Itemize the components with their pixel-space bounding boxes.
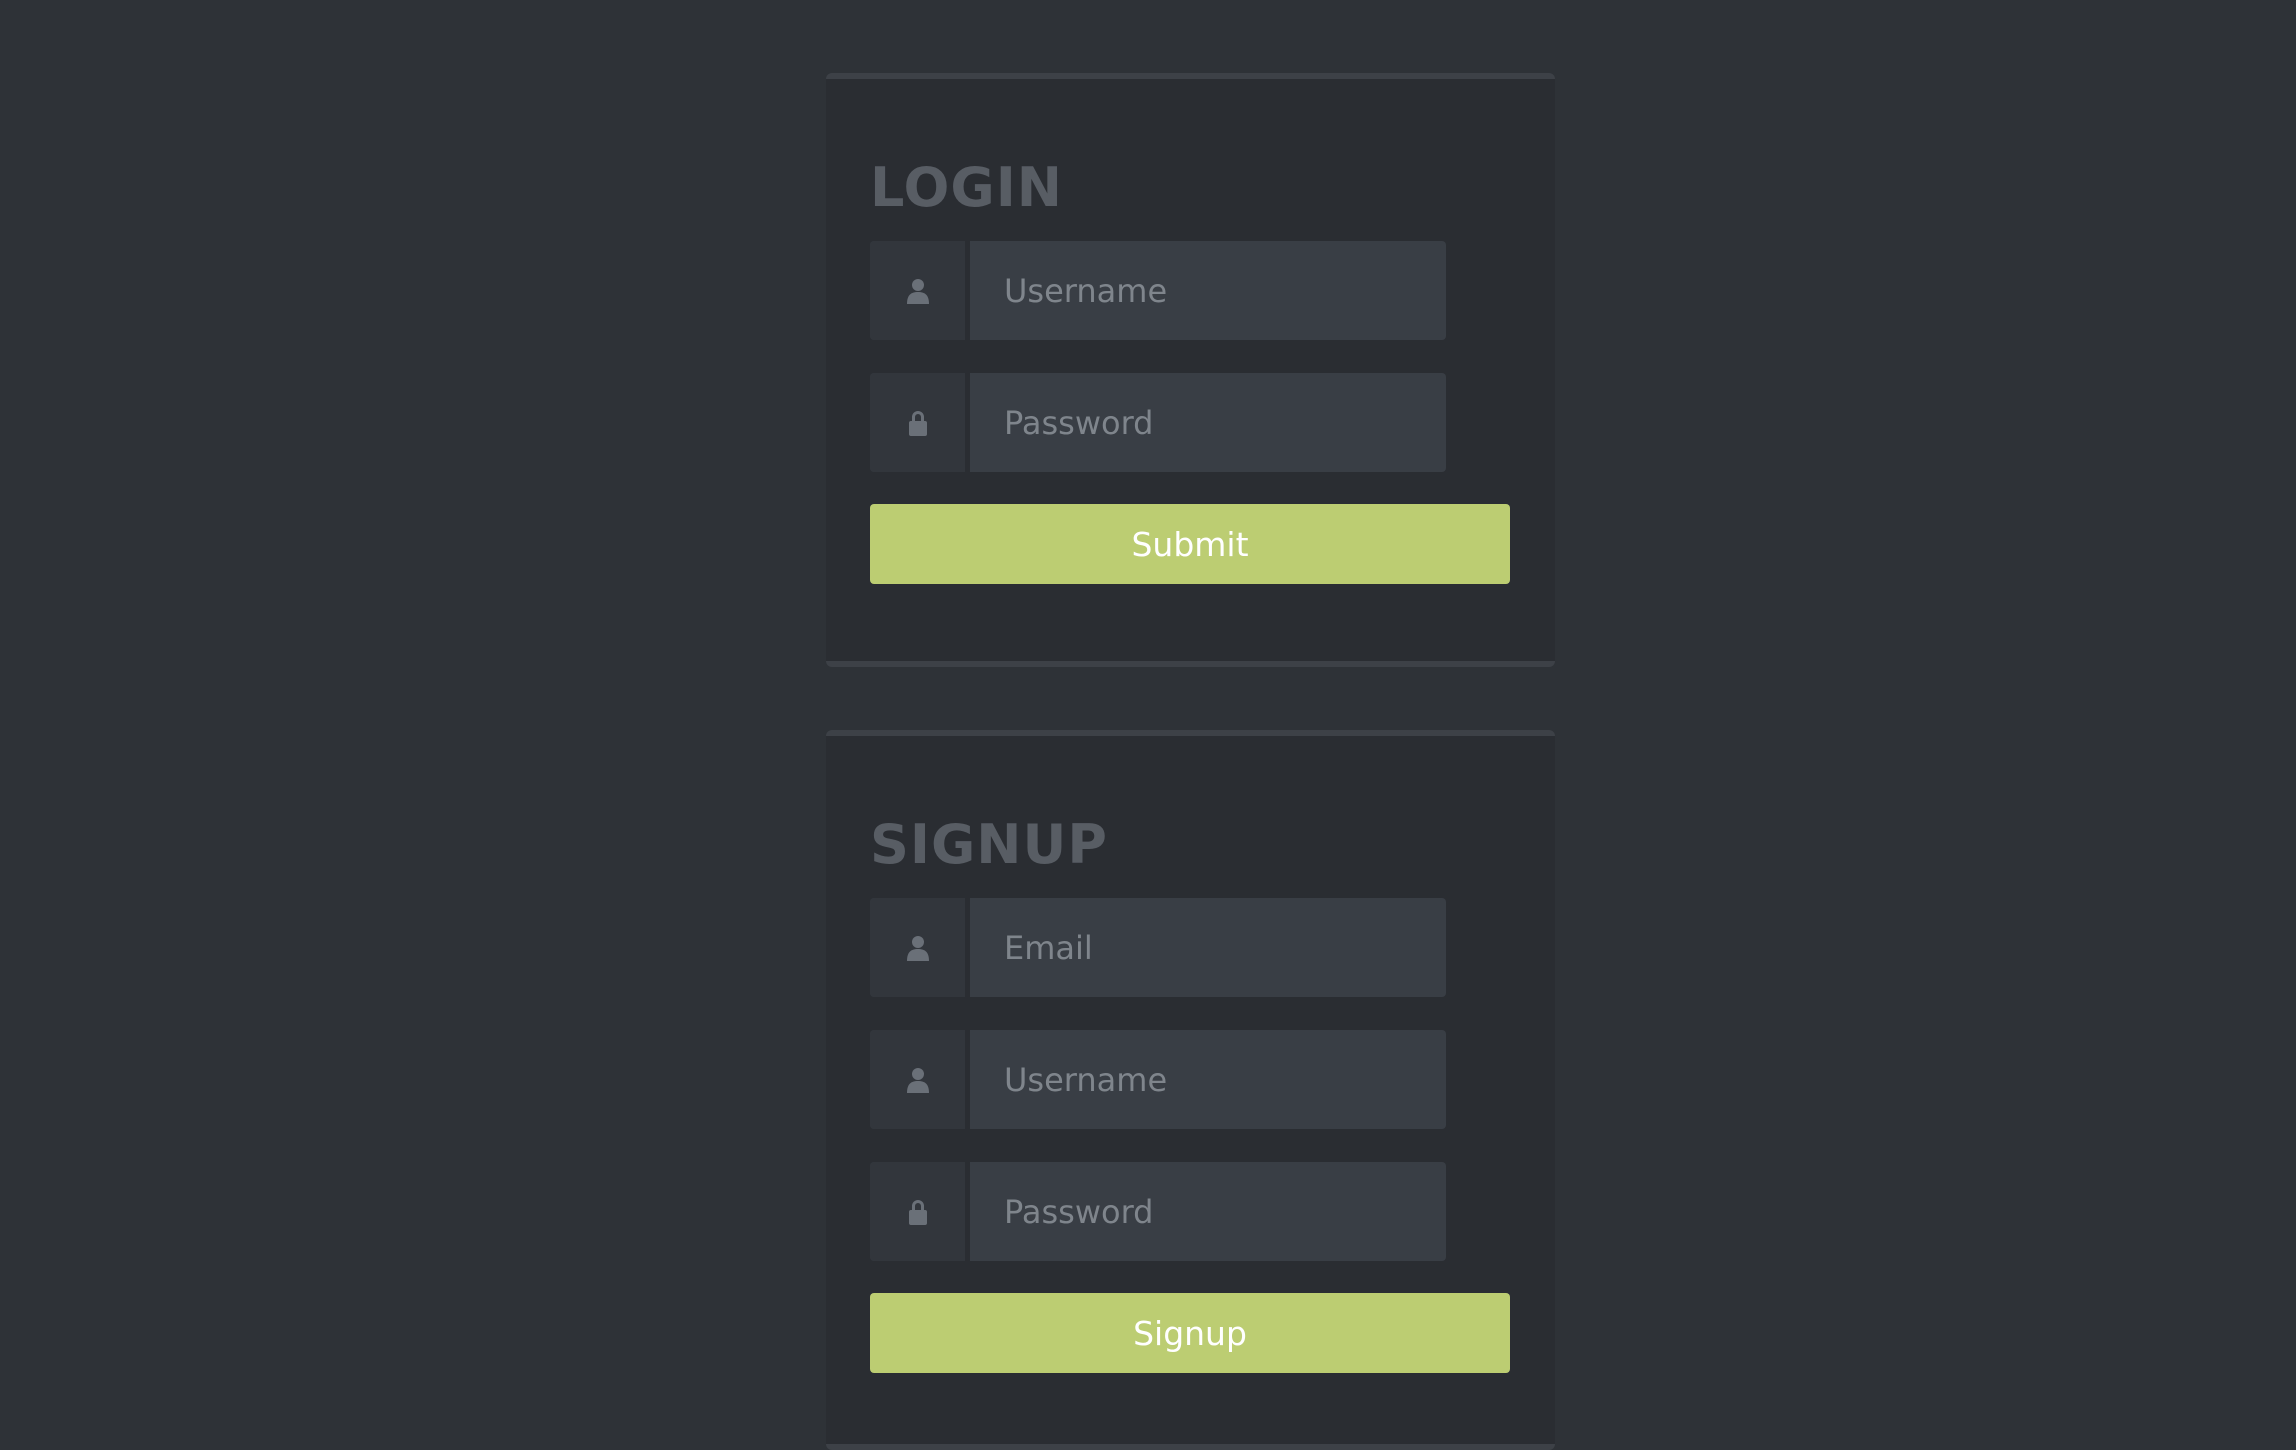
- signup-panel: SIGNUP Signup: [826, 730, 1555, 1450]
- signup-password-input[interactable]: [970, 1162, 1446, 1261]
- signup-submit-button[interactable]: Signup: [870, 1293, 1510, 1373]
- user-icon: [870, 241, 970, 340]
- signup-email-field: [870, 898, 1446, 997]
- login-username-field: [870, 241, 1446, 340]
- lock-icon: [870, 373, 970, 472]
- login-submit-button[interactable]: Submit: [870, 504, 1510, 584]
- signup-username-field: [870, 1030, 1446, 1129]
- login-password-input[interactable]: [970, 373, 1446, 472]
- user-icon: [870, 1030, 970, 1129]
- login-panel: LOGIN Submit: [826, 73, 1555, 667]
- signup-username-input[interactable]: [970, 1030, 1446, 1129]
- signup-email-input[interactable]: [970, 898, 1446, 997]
- login-title: LOGIN: [870, 156, 1063, 219]
- login-username-input[interactable]: [970, 241, 1446, 340]
- lock-icon: [870, 1162, 970, 1261]
- signup-password-field: [870, 1162, 1446, 1261]
- signup-title: SIGNUP: [870, 813, 1108, 876]
- login-password-field: [870, 373, 1446, 472]
- user-icon: [870, 898, 970, 997]
